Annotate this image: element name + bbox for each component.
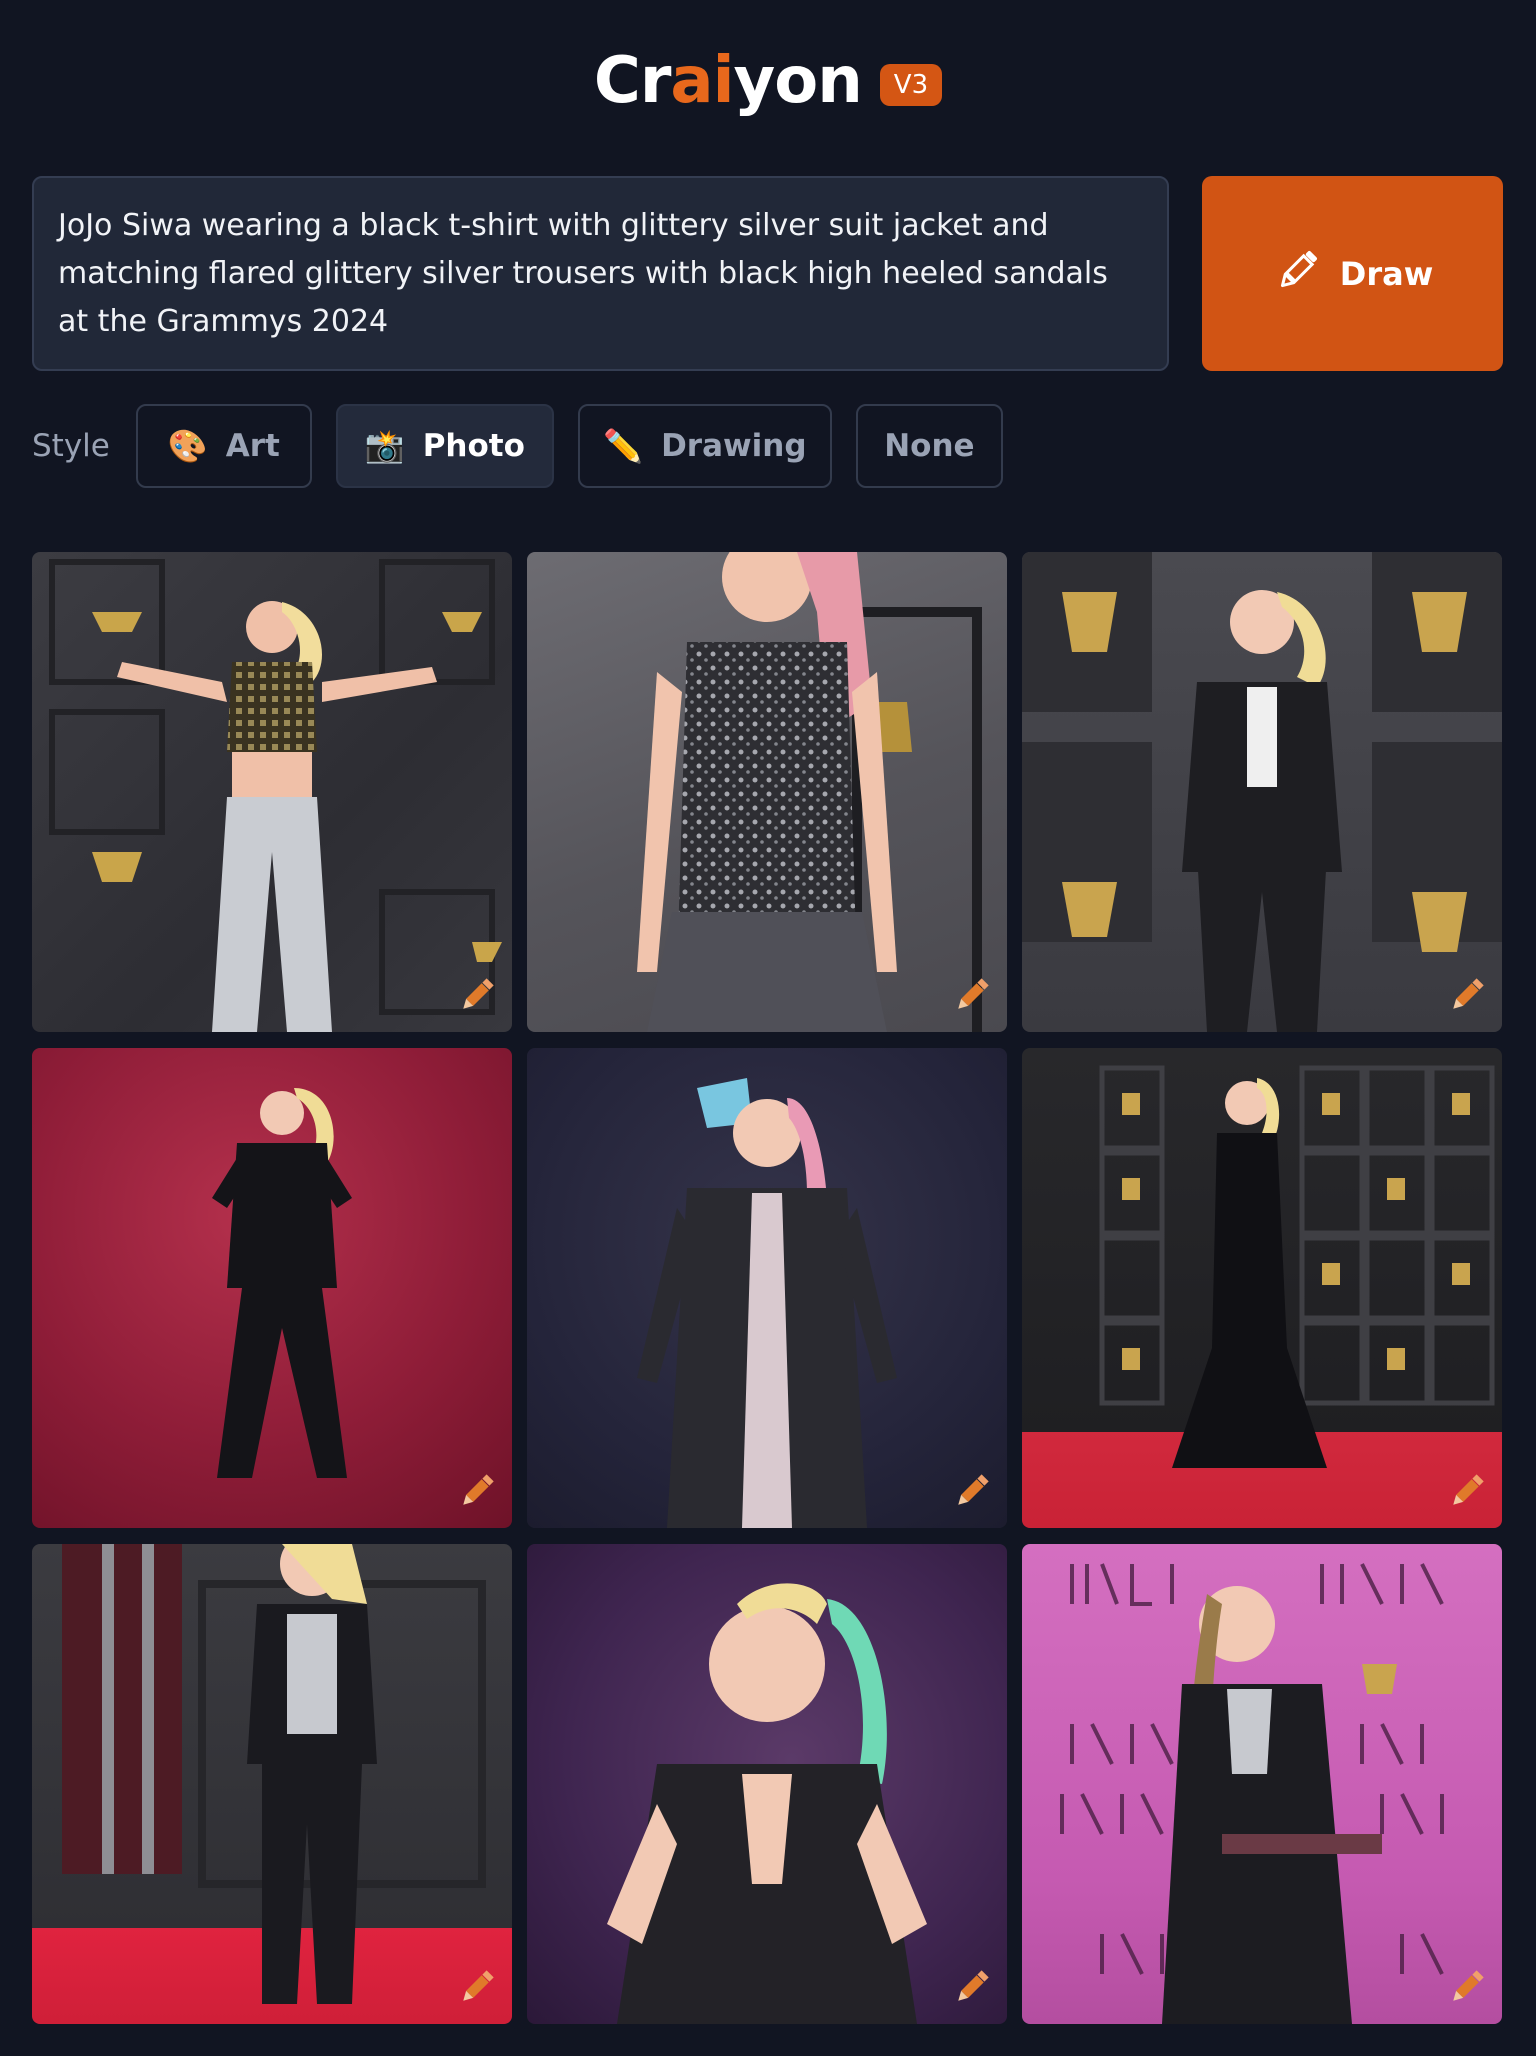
generated-photo bbox=[527, 1544, 1007, 2024]
edit-pencil-icon[interactable] bbox=[454, 1470, 498, 1514]
version-badge: V3 bbox=[879, 64, 943, 106]
header: Craiyon V3 bbox=[0, 44, 1536, 118]
generated-photo bbox=[32, 1048, 512, 1528]
result-image[interactable] bbox=[1022, 552, 1502, 1032]
result-image[interactable] bbox=[527, 552, 1007, 1032]
result-image[interactable] bbox=[32, 552, 512, 1032]
generated-photo bbox=[527, 552, 1007, 1032]
result-image[interactable] bbox=[32, 1544, 512, 2024]
style-option-label: Photo bbox=[422, 428, 525, 464]
edit-pencil-icon[interactable] bbox=[1444, 974, 1488, 1018]
style-option-art[interactable]: 🎨 Art bbox=[135, 404, 312, 488]
result-image[interactable] bbox=[1022, 1544, 1502, 2024]
style-option-label: Drawing bbox=[661, 428, 807, 464]
result-image[interactable] bbox=[527, 1544, 1007, 2024]
style-option-label: None bbox=[884, 428, 975, 464]
logo-part-ai: ai bbox=[670, 44, 734, 118]
pencil-icon bbox=[1272, 244, 1324, 304]
style-option-label: Art bbox=[225, 428, 280, 464]
edit-pencil-icon[interactable] bbox=[1444, 1470, 1488, 1514]
style-option-drawing[interactable]: ✏️ Drawing bbox=[577, 404, 832, 488]
generated-photo bbox=[1022, 1544, 1502, 2024]
result-image[interactable] bbox=[527, 1048, 1007, 1528]
logo-part-2: yon bbox=[733, 44, 863, 118]
pencil-icon: ✏️ bbox=[603, 427, 644, 465]
palette-icon: 🎨 bbox=[167, 427, 208, 465]
edit-pencil-icon[interactable] bbox=[949, 1966, 993, 2010]
edit-pencil-icon[interactable] bbox=[454, 974, 498, 1018]
results-grid bbox=[32, 552, 1503, 2024]
edit-pencil-icon[interactable] bbox=[949, 974, 993, 1018]
generated-photo bbox=[1022, 552, 1502, 1032]
generated-photo bbox=[1022, 1048, 1502, 1528]
logo-part-1: Cr bbox=[593, 44, 672, 118]
generated-photo bbox=[32, 552, 512, 1032]
result-image[interactable] bbox=[32, 1048, 512, 1528]
result-image[interactable] bbox=[1022, 1048, 1502, 1528]
style-option-none[interactable]: None bbox=[855, 404, 1003, 488]
edit-pencil-icon[interactable] bbox=[454, 1966, 498, 2010]
draw-button[interactable]: Draw bbox=[1202, 176, 1503, 371]
generated-photo bbox=[527, 1048, 1007, 1528]
craiyon-page: Craiyon V3 JoJo Siwa wearing a black t-s… bbox=[0, 0, 1536, 2056]
edit-pencil-icon[interactable] bbox=[1444, 1966, 1488, 2010]
style-option-photo[interactable]: 📸 Photo bbox=[335, 404, 554, 488]
craiyon-logo[interactable]: Craiyon bbox=[593, 44, 863, 118]
edit-pencil-icon[interactable] bbox=[949, 1470, 993, 1514]
style-label: Style bbox=[32, 428, 110, 464]
prompt-input[interactable]: JoJo Siwa wearing a black t-shirt with g… bbox=[32, 176, 1169, 371]
draw-button-label: Draw bbox=[1339, 254, 1434, 293]
camera-flash-icon: 📸 bbox=[364, 427, 405, 465]
style-selector: Style 🎨 Art 📸 Photo ✏️ Drawing None bbox=[32, 404, 1003, 488]
generated-photo bbox=[32, 1544, 512, 2024]
